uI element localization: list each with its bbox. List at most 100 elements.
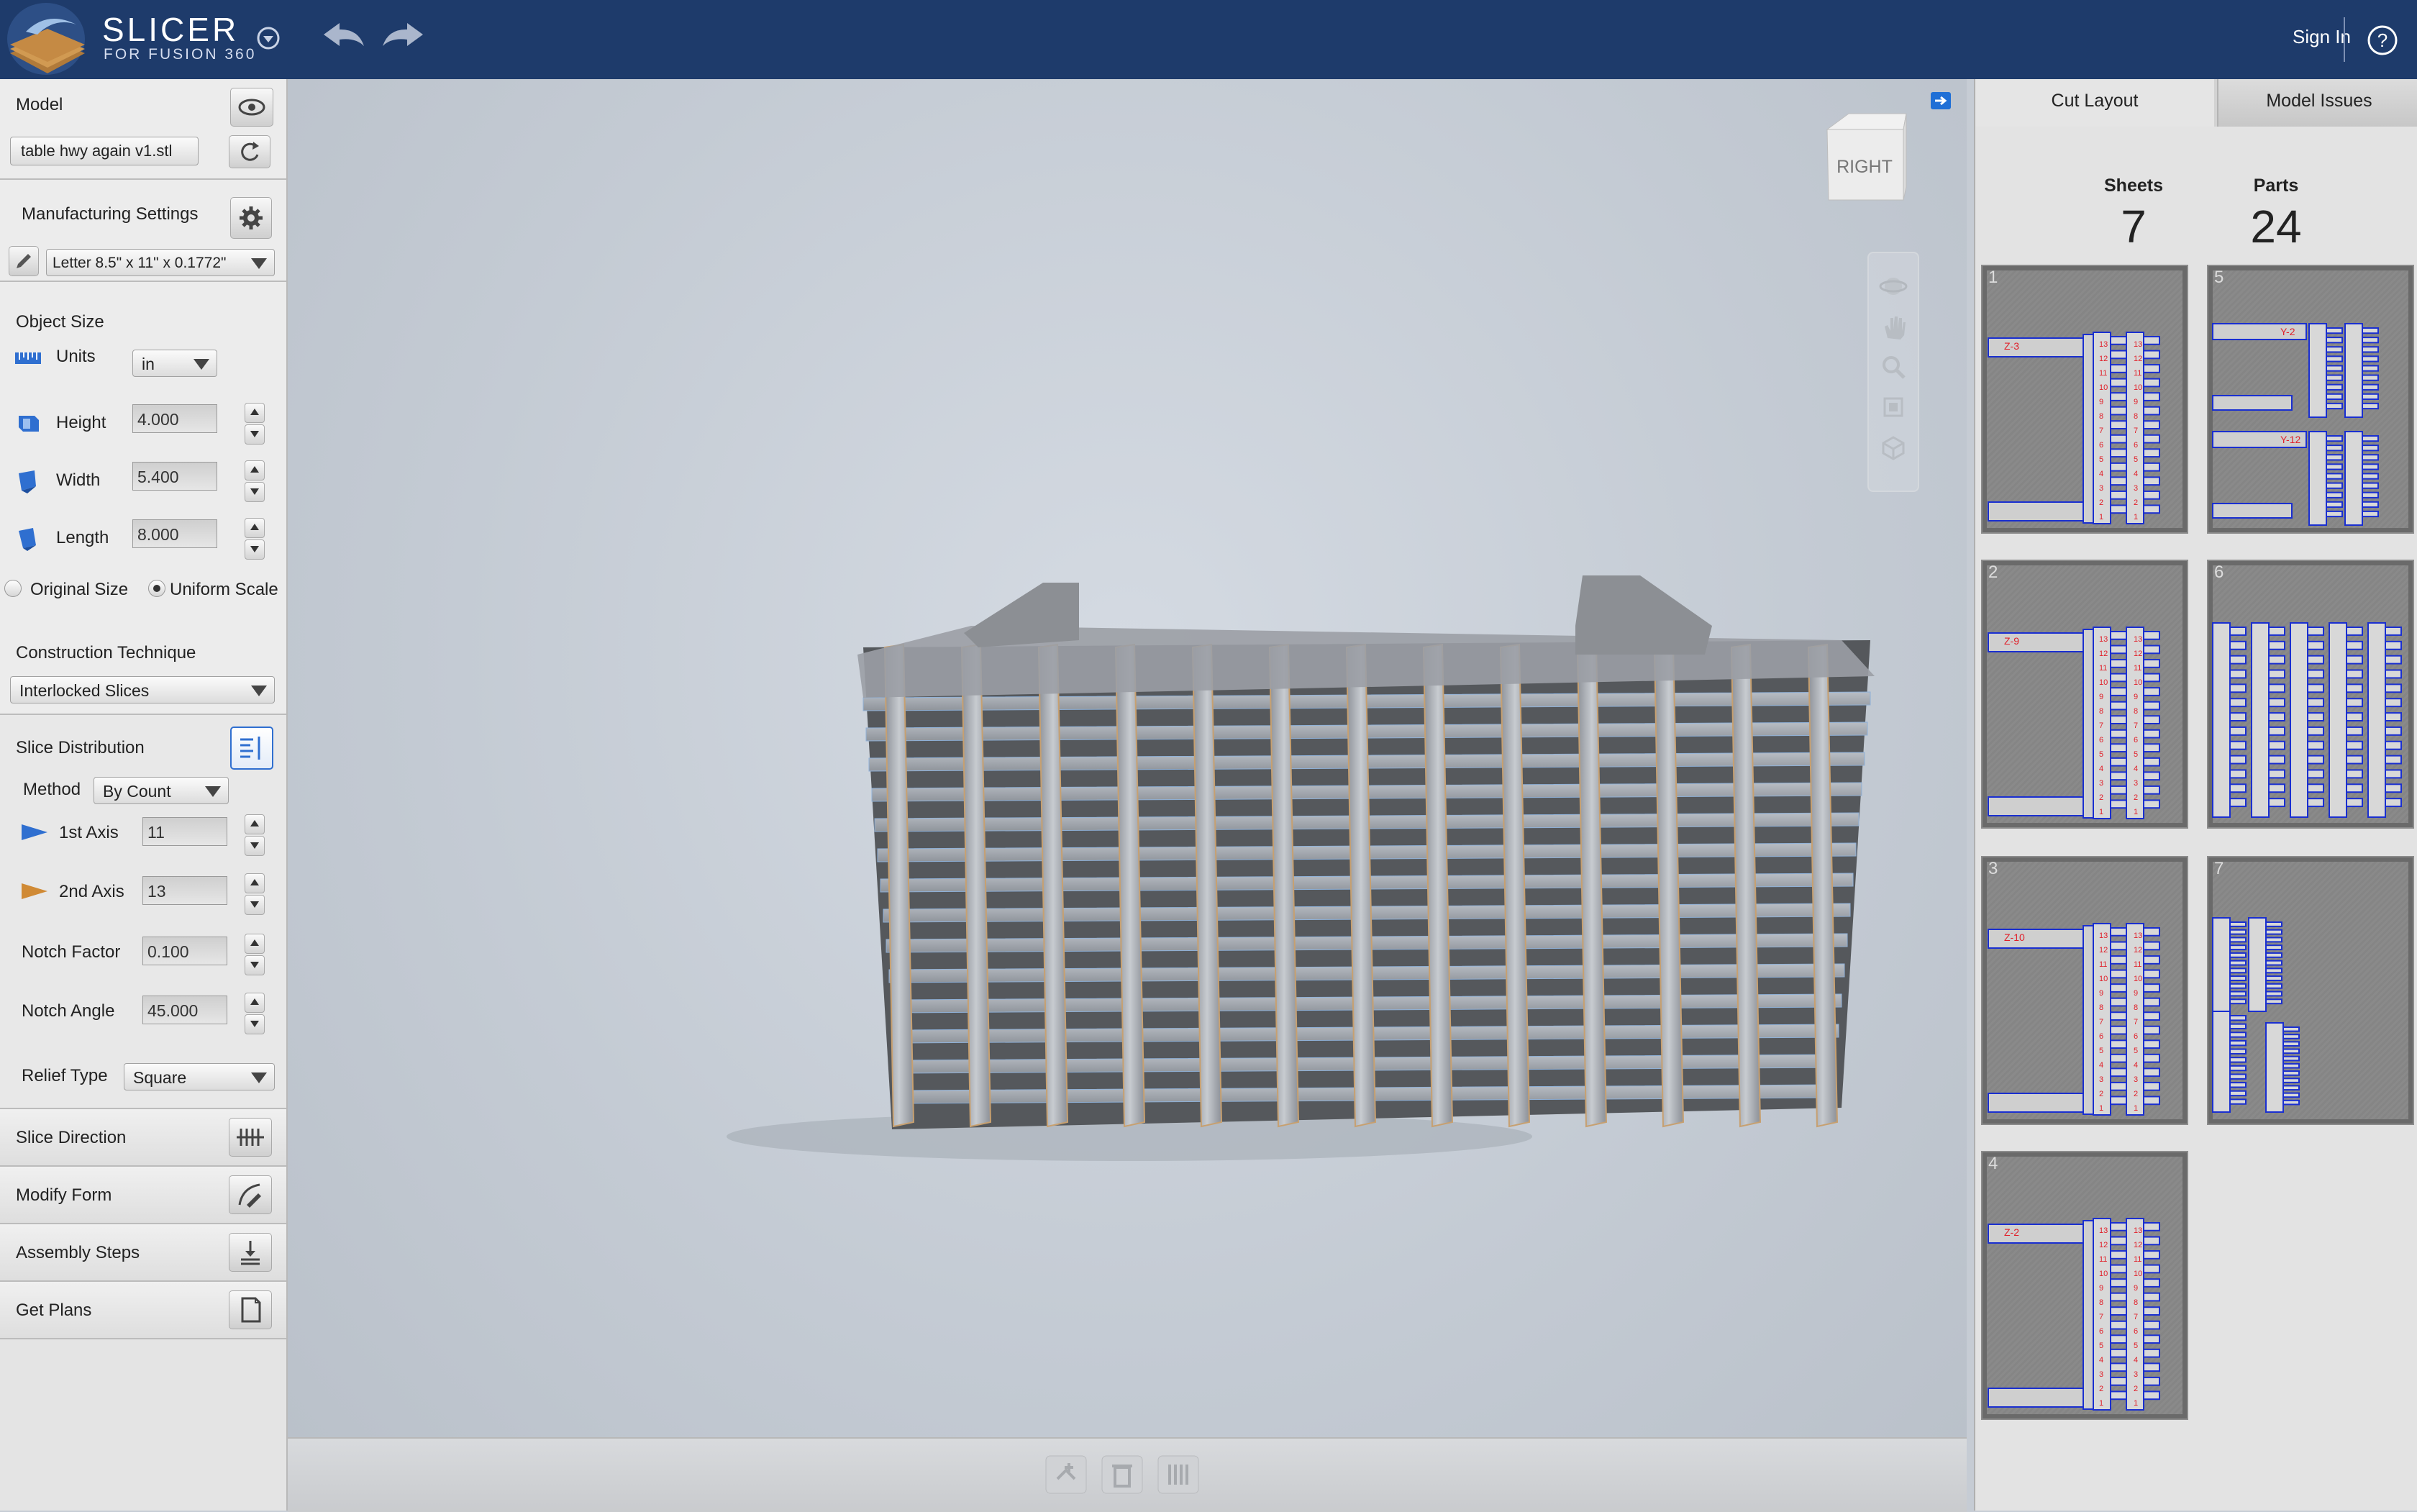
cut-sheet[interactable]: 7 [2207,856,2414,1125]
uniform-scale-radio[interactable] [148,580,165,597]
svg-text:3: 3 [2099,779,2103,788]
height-input[interactable]: 4.000 [132,404,217,433]
svg-text:3: 3 [2099,1370,2103,1379]
svg-text:9: 9 [2134,989,2138,998]
svg-text:2: 2 [2134,793,2138,802]
undo-icon[interactable] [321,20,367,50]
part-tag: Z-10 [2004,932,2025,943]
notch-angle-input[interactable]: 45.000 [142,996,227,1024]
cut-sheet[interactable]: 2 Z-9 13 13 12 12 11 11 10 10 9 9 8 8 7 7 6 6 5 5 4 4 3 3 2 2 1 1 [1981,560,2188,829]
svg-text:11: 11 [2134,960,2141,969]
pencil-icon [17,254,31,268]
assembly-steps-section[interactable]: Assembly Steps [0,1224,286,1282]
manufacturing-label: Manufacturing Settings [22,204,199,224]
cut-sheet[interactable]: 5 Y-2 Y-12 [2207,265,2414,534]
svg-text:11: 11 [2099,960,2107,969]
ruler-icon [15,352,41,364]
second-axis-input[interactable]: 13 [142,876,227,905]
tab-cut-layout[interactable]: Cut Layout [1975,79,2214,127]
width-label: Width [56,470,101,490]
svg-text:10: 10 [2134,383,2142,392]
slice-tool-icon[interactable] [1157,1454,1200,1495]
relief-type-select[interactable]: Square [124,1063,275,1090]
svg-text:3: 3 [2099,484,2103,493]
construction-select[interactable]: Interlocked Slices [10,676,275,703]
slice-distribution-button[interactable] [230,727,273,770]
fit-view-icon[interactable] [1879,393,1908,422]
svg-text:10: 10 [2134,1270,2142,1278]
pan-icon[interactable] [1879,312,1908,341]
first-axis-stepper[interactable] [245,814,265,856]
reload-button[interactable] [229,135,270,168]
get-plans-section[interactable]: Get Plans [0,1282,286,1339]
height-stepper[interactable] [245,403,265,445]
width-input[interactable]: 5.400 [132,462,217,491]
notch-factor-stepper[interactable] [245,934,265,975]
sign-in-link[interactable]: Sign In [2293,26,2351,48]
length-icon [19,528,36,551]
svg-text:3: 3 [2134,484,2138,493]
zoom-icon[interactable] [1879,352,1908,381]
svg-text:5: 5 [2099,455,2103,464]
svg-text:8: 8 [2099,1298,2103,1307]
slice-direction-section[interactable]: Slice Direction [0,1109,286,1167]
length-input[interactable]: 8.000 [132,519,217,548]
svg-text:5: 5 [2099,1047,2103,1055]
delete-icon[interactable] [1101,1454,1144,1495]
slice-direction-button[interactable] [229,1118,272,1157]
notch-factor-input[interactable]: 0.100 [142,937,227,965]
modify-form-button[interactable] [229,1175,272,1214]
assembly-steps-button[interactable] [229,1233,272,1272]
tab-model-issues[interactable]: Model Issues [2217,79,2417,127]
home-view-icon[interactable] [1879,433,1908,462]
svg-text:2: 2 [2134,1090,2138,1098]
original-size-radio[interactable] [4,580,22,597]
units-select[interactable]: in [132,350,217,377]
part-tag: Z-3 [2004,340,2019,352]
parts-count: 24 [2250,201,2302,252]
redo-icon[interactable] [380,20,426,50]
notch-angle-stepper[interactable] [245,993,265,1034]
get-plans-button[interactable] [229,1290,272,1329]
3d-viewport[interactable]: RIGHT [288,79,1967,1511]
slice-distribution-label: Slice Distribution [16,738,145,757]
svg-text:11: 11 [2134,369,2141,378]
svg-text:2: 2 [2134,1385,2138,1393]
svg-text:6: 6 [2099,441,2103,450]
material-select[interactable]: Letter 8.5" x 11" x 0.1772" [46,249,275,276]
cut-sheet[interactable]: 3 Z-10 13 13 12 12 11 11 10 10 9 9 8 8 7 7 6 6 5 5 4 4 3 3 2 2 1 1 [1981,856,2188,1125]
model-file-field[interactable]: table hwy again v1.stl [10,137,199,165]
second-axis-stepper[interactable] [245,873,265,915]
edit-material-button[interactable] [9,246,39,276]
help-icon[interactable]: ? [2367,24,2398,56]
modify-form-section[interactable]: Modify Form [0,1167,286,1224]
svg-text:7: 7 [2134,427,2138,435]
first-axis-input[interactable]: 11 [142,817,227,846]
sheet-parts-drawing: Z-2 13 1312 1211 1110 109 98 87 76 65 54 43 32 21 1 [1988,1218,2160,1411]
svg-text:11: 11 [2099,664,2107,673]
collapse-panel-icon[interactable] [1929,91,1952,112]
cut-sheet[interactable]: 4 Z-2 13 13 12 12 11 11 10 10 9 9 8 8 7 7 6 6 5 5 4 4 3 3 2 2 1 1 [1981,1151,2188,1420]
width-icon [19,470,36,493]
manufacturing-settings-button[interactable] [230,197,272,239]
add-icon[interactable] [1044,1454,1088,1495]
dropdown-circle-icon[interactable] [256,26,281,50]
orbit-icon[interactable] [1879,272,1908,301]
svg-text:10: 10 [2099,678,2108,687]
model-render [727,575,1875,1161]
svg-text:3: 3 [2134,1370,2138,1379]
svg-text:11: 11 [2099,1255,2107,1264]
svg-text:8: 8 [2134,707,2138,716]
cut-sheet[interactable]: 1 Z-3 13 13 12 12 11 11 10 10 9 9 8 8 7 7 6 6 5 5 4 4 3 3 2 2 1 1 [1981,265,2188,534]
cut-sheet[interactable]: 6 [2207,560,2414,829]
svg-text:12: 12 [2099,1241,2108,1249]
length-stepper[interactable] [245,518,265,560]
app-subtitle: FOR FUSION 360 [104,46,257,63]
view-cube-icon[interactable]: RIGHT [1820,108,1913,209]
visibility-button[interactable] [230,88,273,127]
model-label: Model [16,95,63,114]
method-select[interactable]: By Count [94,777,229,804]
width-stepper[interactable] [245,460,265,502]
document-icon [241,1297,261,1323]
svg-text:9: 9 [2134,693,2138,701]
